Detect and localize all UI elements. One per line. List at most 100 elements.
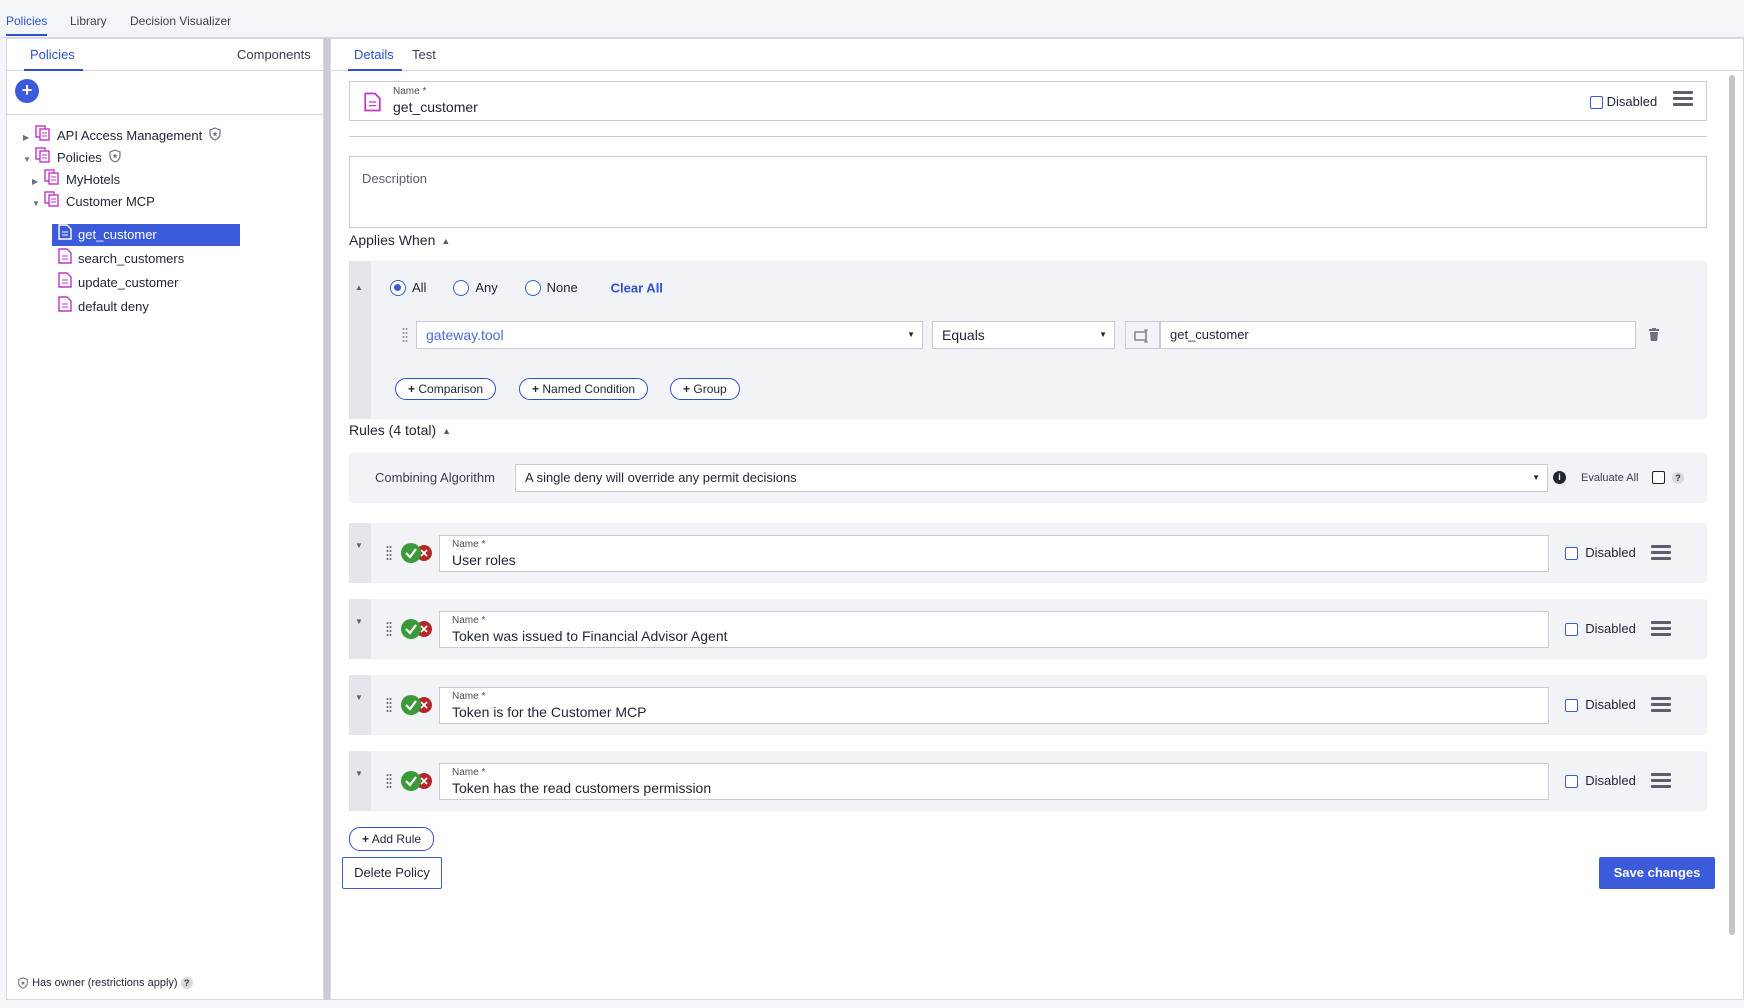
tree-item-search-customers[interactable]: search_customers [58, 248, 184, 270]
collapse-bar[interactable]: ▼ [349, 523, 371, 583]
collapse-bar[interactable]: ▼ [349, 675, 371, 735]
tab-details[interactable]: Details [348, 47, 402, 71]
caret-down-icon[interactable]: ▼ [32, 193, 42, 215]
value-type-button[interactable] [1125, 321, 1160, 349]
caret-up-icon[interactable]: ▲ [442, 426, 451, 436]
tab-policies[interactable]: Policies [6, 14, 48, 36]
rule-name-value[interactable]: Token has the read customers permission [452, 780, 711, 796]
value-input[interactable]: get_customer [1160, 321, 1636, 349]
rule-disabled-toggle[interactable]: Disabled [1565, 773, 1636, 789]
disabled-checkbox[interactable] [1565, 775, 1578, 789]
drag-handle-icon[interactable] [386, 773, 392, 789]
menu-icon[interactable] [1651, 770, 1671, 791]
radio-none[interactable] [524, 279, 541, 296]
tree-item-customer-mcp[interactable]: ▼ Customer MCP [32, 191, 155, 213]
caret-up-icon[interactable]: ▲ [355, 283, 363, 292]
delete-policy-button[interactable]: Delete Policy [342, 857, 442, 889]
tab-test[interactable]: Test [412, 47, 436, 62]
combining-algorithm-select[interactable]: A single deny will override any permit d… [515, 464, 1548, 492]
tree-label: Customer MCP [66, 194, 155, 209]
policy-name-value[interactable]: get_customer [393, 99, 478, 115]
applies-when-panel: ▲ All Any None Clear All gateway.tool ▼ E… [349, 261, 1707, 419]
tree-item-api-access-management[interactable]: ▶ API Access Management [23, 125, 222, 147]
caret-down-icon[interactable]: ▼ [355, 541, 363, 550]
caret-down-icon[interactable]: ▼ [355, 617, 363, 626]
caret-down-icon[interactable]: ▼ [355, 693, 363, 702]
drag-handle-icon[interactable] [386, 697, 392, 713]
shield-icon [17, 977, 29, 989]
rule-name-field[interactable]: Name * Token has the read customers perm… [439, 763, 1549, 800]
radio-any[interactable] [453, 279, 470, 296]
tab-left-policies[interactable]: Policies [24, 47, 83, 71]
tree-item-get-customer[interactable]: get_customer [52, 224, 240, 246]
policy-name-field[interactable]: Name * get_customer Disabled [349, 81, 1707, 121]
caret-up-icon[interactable]: ▲ [441, 236, 450, 246]
tab-library[interactable]: Library [70, 14, 107, 28]
menu-icon[interactable] [1673, 88, 1693, 109]
rule-disabled-toggle[interactable]: Disabled [1565, 545, 1636, 561]
name-label: Name * [452, 691, 486, 702]
plus-icon: + [21, 80, 33, 100]
permit-deny-icon [401, 695, 432, 715]
add-group-button[interactable]: + Group [670, 378, 740, 400]
caret-right-icon[interactable]: ▶ [32, 171, 42, 193]
rule-name-value[interactable]: Token is for the Customer MCP [452, 704, 647, 720]
rule-name-field[interactable]: Name * User roles [439, 535, 1549, 572]
disabled-checkbox[interactable] [1590, 96, 1603, 110]
policy-icon [364, 92, 381, 117]
rule-disabled-toggle[interactable]: Disabled [1565, 697, 1636, 713]
tree-item-myhotels[interactable]: ▶ MyHotels [32, 169, 120, 191]
caret-right-icon[interactable]: ▶ [23, 127, 33, 149]
menu-icon[interactable] [1651, 618, 1671, 639]
collapse-bar[interactable]: ▲ [349, 261, 371, 419]
drag-handle-icon[interactable] [386, 545, 392, 561]
rule-name-field[interactable]: Name * Token is for the Customer MCP [439, 687, 1549, 724]
radio-all[interactable] [390, 279, 406, 296]
info-icon[interactable]: i [1553, 471, 1566, 484]
dropdown-arrow-icon: ▼ [1099, 330, 1107, 339]
applies-when-header[interactable]: Applies When ▲ [349, 232, 450, 248]
tree-item-default-deny[interactable]: default deny [58, 296, 149, 318]
drag-handle-icon[interactable] [386, 621, 392, 637]
help-icon[interactable]: ? [180, 977, 193, 989]
divider [349, 136, 1707, 137]
disabled-checkbox[interactable] [1565, 699, 1578, 713]
add-comparison-button[interactable]: + Comparison [395, 378, 497, 400]
policy-disabled-toggle[interactable]: Disabled [1590, 94, 1657, 110]
evaluate-all-checkbox[interactable] [1652, 471, 1665, 484]
collapse-bar[interactable]: ▼ [349, 599, 371, 659]
save-changes-button[interactable]: Save changes [1599, 857, 1715, 889]
add-rule-button[interactable]: + Add Rule [349, 827, 435, 851]
tree-item-policies[interactable]: ▼ Policies [23, 147, 122, 169]
rule-name-value[interactable]: Token was issued to Financial Advisor Ag… [452, 628, 728, 644]
rule-name-field[interactable]: Name * Token was issued to Financial Adv… [439, 611, 1549, 648]
menu-icon[interactable] [1651, 542, 1671, 563]
caret-down-icon[interactable]: ▼ [23, 149, 33, 171]
rule-item: ▼ Name * Token was issued to Financial A… [349, 599, 1707, 659]
operator-select[interactable]: Equals ▼ [932, 321, 1115, 349]
menu-icon[interactable] [1651, 694, 1671, 715]
drag-handle-icon[interactable] [402, 327, 408, 343]
tab-decision-visualizer[interactable]: Decision Visualizer [130, 14, 231, 28]
rule-name-value[interactable]: User roles [452, 552, 516, 568]
rule-disabled-toggle[interactable]: Disabled [1565, 621, 1636, 637]
clear-all-link[interactable]: Clear All [611, 280, 663, 295]
rules-header[interactable]: Rules (4 total) ▲ [349, 422, 451, 438]
collapse-bar[interactable]: ▼ [349, 751, 371, 811]
disabled-checkbox[interactable] [1565, 623, 1578, 637]
caret-down-icon[interactable]: ▼ [355, 769, 363, 778]
name-label: Name * [393, 86, 427, 97]
tree-item-update-customer[interactable]: update_customer [58, 272, 178, 294]
trash-icon[interactable] [1649, 328, 1659, 341]
add-named-condition-button[interactable]: + Named Condition [519, 378, 649, 400]
scrollbar[interactable] [1729, 75, 1735, 935]
disabled-checkbox[interactable] [1565, 547, 1578, 561]
tab-components[interactable]: Components [237, 47, 311, 62]
combining-algorithm-row: Combining Algorithm A single deny will o… [349, 453, 1707, 503]
main-tabs: Details Test [331, 39, 1743, 71]
attribute-select[interactable]: gateway.tool ▼ [416, 321, 923, 349]
add-policy-button[interactable]: + [15, 79, 39, 103]
description-field[interactable]: Description [349, 156, 1707, 228]
policy-icon [58, 272, 72, 295]
help-icon[interactable]: ? [1672, 472, 1684, 484]
